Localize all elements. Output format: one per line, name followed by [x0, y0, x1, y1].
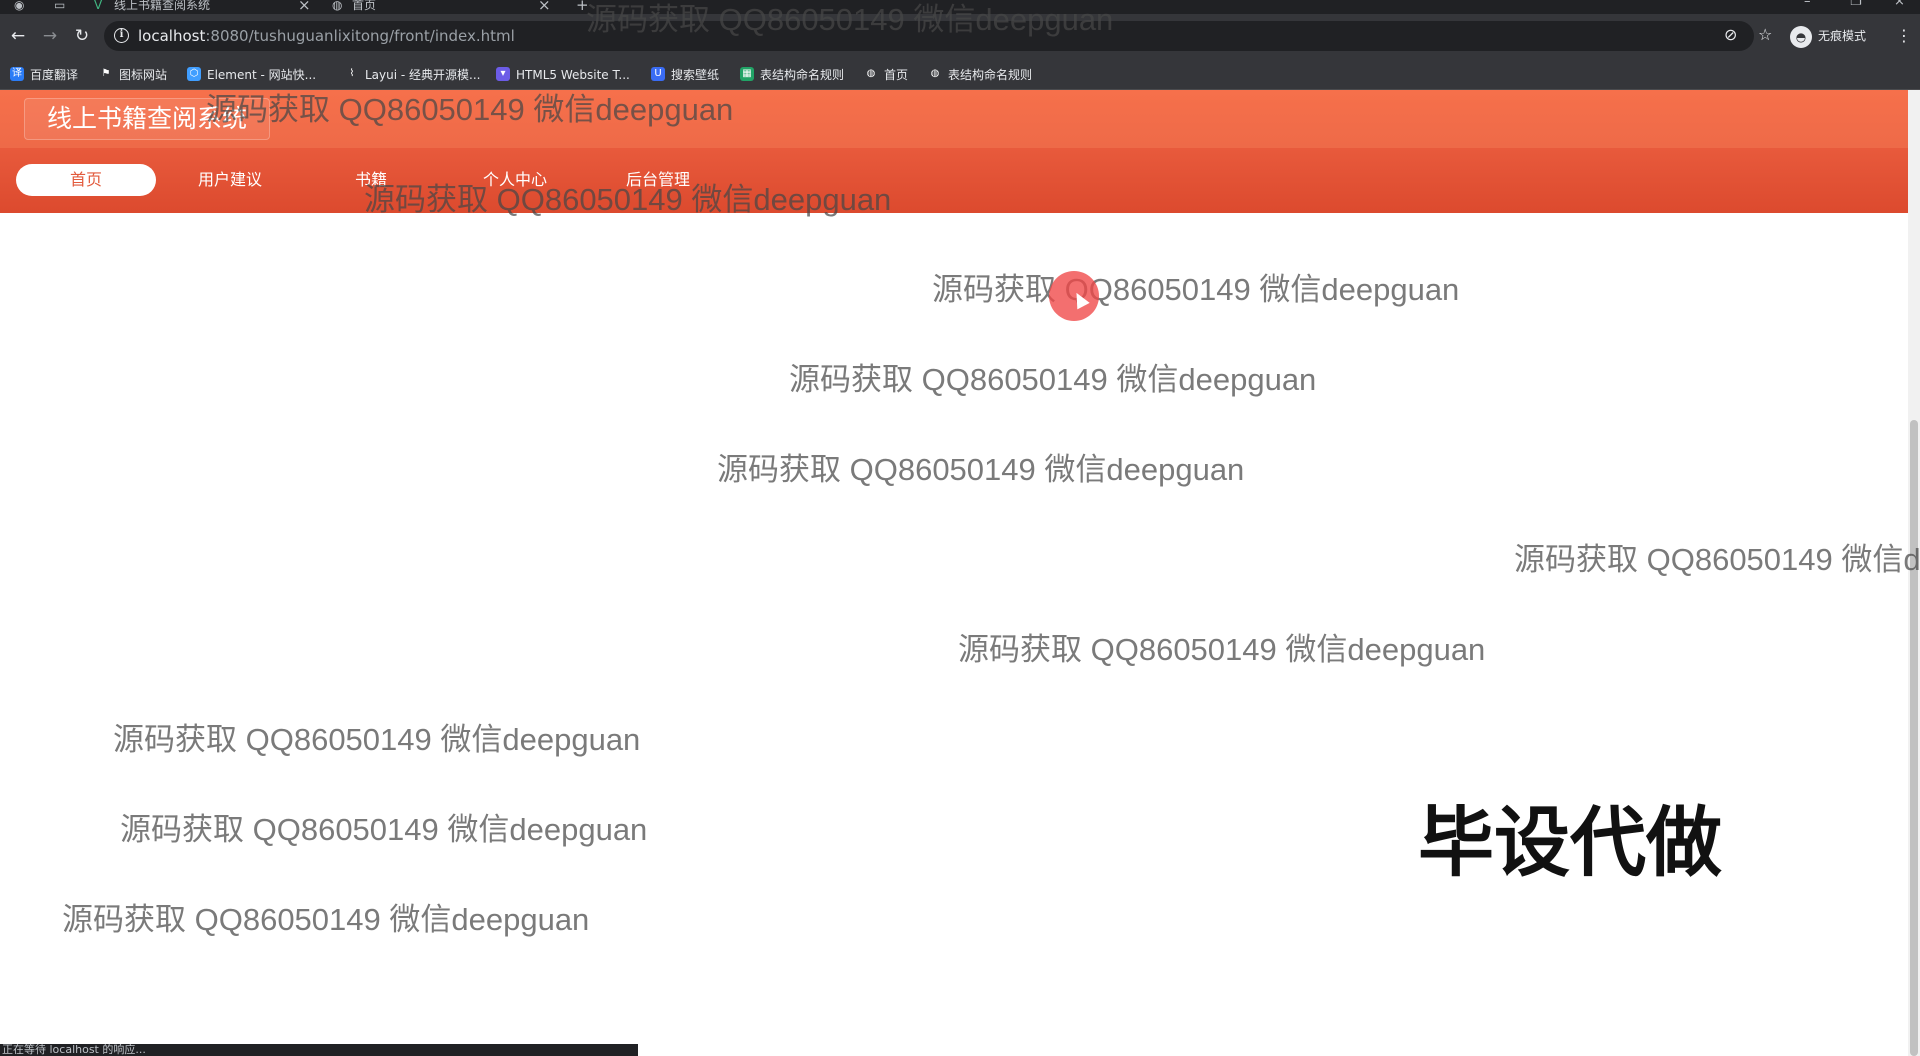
watermark-text: 源码获取 QQ86050149 微信deepguan — [789, 362, 1317, 397]
restore-icon[interactable]: ❐ — [1850, 0, 1862, 9]
bookmark-star-icon[interactable]: ☆ — [1758, 25, 1772, 44]
layui-icon: ⌇ — [349, 68, 355, 79]
bookmark-baidu-translate[interactable]: 译百度翻译 — [10, 60, 78, 90]
wallpaper-icon: U — [651, 67, 665, 81]
bookmark-html5-templates[interactable]: ▾ HTML5 Website T... — [496, 60, 630, 90]
bookmark-table-naming-2[interactable]: ◍ 表结构命名规则 — [928, 60, 1032, 90]
incognito-indicator[interactable]: ◓ 无痕模式 — [1790, 23, 1866, 49]
bookmark-wallpaper[interactable]: U 搜索壁纸 — [651, 60, 719, 90]
html5-icon: ▾ — [496, 67, 510, 81]
baidu-translate-icon: 译 — [10, 67, 24, 81]
watermark-text: 源码获取 QQ86050149 微信deepguan — [120, 812, 648, 847]
close-tab-icon[interactable]: × — [538, 0, 551, 14]
nav-home[interactable]: 首页 — [16, 164, 156, 196]
url-text[interactable]: localhost:8080/tushuguanlixitong/front/i… — [138, 27, 515, 45]
bookmark-layui[interactable]: ⌇ Layui - 经典开源模... — [345, 60, 481, 90]
minimize-icon[interactable]: – — [1804, 0, 1811, 9]
watermark-text: 源码获取 QQ86050149 微信deepguan — [717, 452, 1245, 487]
bookmarks-bar: 译百度翻译 ⚑ 图标网站 ⬡ Element - 网站快... ⌇ Layui - 经… — [0, 60, 1920, 90]
watermark-text: 源码获取 QQ86050149 微信deepguan — [364, 182, 892, 217]
tab-title: 首页 — [352, 0, 377, 12]
window-close-icon[interactable]: × — [1894, 0, 1905, 9]
browser-menu-icon[interactable]: ⋮ — [1896, 26, 1912, 45]
status-bubble: 正在等待 localhost 的响应... — [0, 1044, 638, 1056]
watermark-text: 源码获取 QQ86050149 微信deepguan — [932, 272, 1460, 307]
incognito-icon: ◓ — [1790, 25, 1812, 48]
tab-title: 线上书籍查阅系统 — [114, 0, 211, 12]
bookmark-icon-site[interactable]: ⚑ 图标网站 — [99, 60, 168, 90]
site-nav: 首页 用户建议 书籍 个人中心 后台管理 — [0, 148, 1908, 213]
promo-text: 毕设代做 — [1418, 798, 1722, 887]
nav-suggestions[interactable]: 用户建议 — [160, 164, 300, 196]
globe-icon: ◍ — [866, 68, 876, 79]
watermark-text: 源码获取 QQ86050149 微信deepguan — [113, 722, 641, 757]
watermark-text: 源码获取 QQ86050149 微信deepguan — [958, 632, 1486, 667]
bookmark-home[interactable]: ◍ 首页 — [864, 60, 908, 90]
watermark-text: 源码获取 QQ86050149 微信deepguan — [206, 92, 734, 127]
site-info-icon[interactable]: i — [114, 28, 129, 43]
watermark-text: 源码获取 QQ86050149 微信d — [1514, 542, 1920, 577]
forward-arrow-icon[interactable]: → — [40, 26, 60, 46]
back-arrow-icon[interactable]: ← — [8, 26, 28, 46]
watermark-text: 源码获取 QQ86050149 微信deepguan — [586, 2, 1114, 37]
browser-logo-icon: ◉ — [14, 0, 25, 12]
tracking-blocked-icon[interactable]: ⊘ — [1724, 25, 1737, 44]
globe-icon: ◍ — [930, 68, 940, 79]
flag-icon: ⚑ — [101, 68, 111, 79]
reload-icon[interactable]: ↻ — [72, 26, 92, 46]
bookmark-table-naming[interactable]: ▦ 表结构命名规则 — [740, 60, 844, 90]
element-icon: ⬡ — [187, 67, 201, 81]
close-tab-icon[interactable]: × — [298, 0, 311, 14]
sheet-icon: ▦ — [740, 67, 754, 81]
watermark-text: 源码获取 QQ86050149 微信deepguan — [62, 902, 590, 937]
vue-logo-icon: V — [94, 0, 103, 12]
bookmark-element[interactable]: ⬡ Element - 网站快... — [187, 60, 316, 90]
globe-icon: ◍ — [332, 0, 343, 12]
tab-search-icon[interactable]: ▭ — [54, 0, 65, 14]
tab-home[interactable]: ◍ 首页 — [332, 0, 552, 14]
tab-book-system[interactable]: V 线上书籍查阅系统 — [94, 0, 314, 14]
page-scrollbar-thumb[interactable] — [1910, 420, 1918, 1056]
